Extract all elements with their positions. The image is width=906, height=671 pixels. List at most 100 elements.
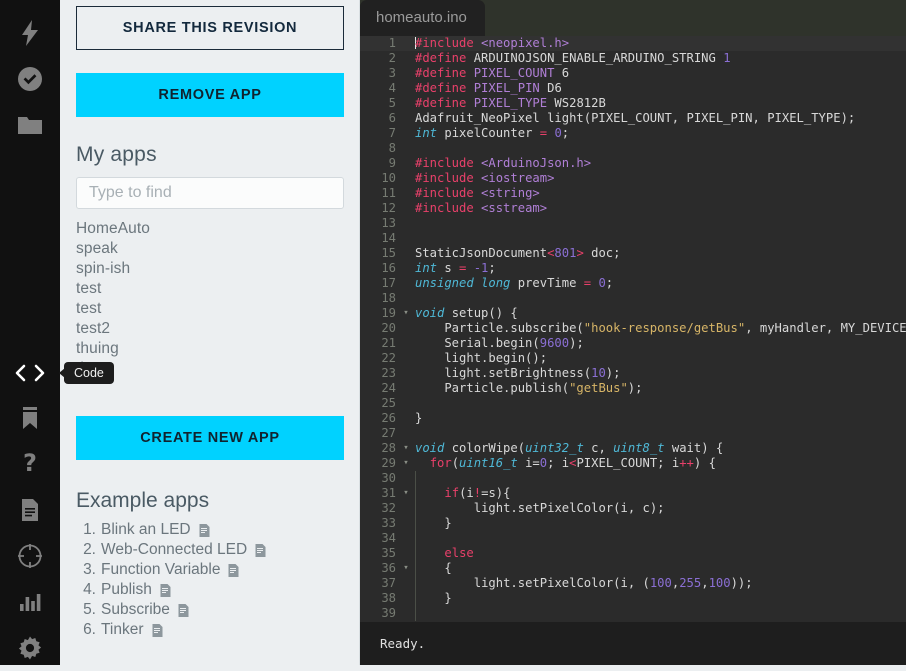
code-text: else [412, 546, 906, 561]
code-text: #include <string> [412, 186, 906, 201]
example-app-item[interactable]: 3. Function Variable [76, 560, 356, 580]
code-token: = [583, 276, 592, 290]
code-line[interactable]: 16 int s = -1; [360, 261, 906, 276]
code-tooltip: Code [59, 362, 114, 384]
code-line[interactable]: 21 Serial.begin(9600); [360, 336, 906, 351]
document-icon[interactable] [178, 603, 189, 617]
code-line[interactable]: 7 int pixelCounter = 0; [360, 126, 906, 141]
code-line[interactable]: 1 #include <neopixel.h> [360, 36, 906, 51]
code-line[interactable]: 13 [360, 216, 906, 231]
line-number: 35 [381, 546, 396, 560]
code-line[interactable]: 36 ▾ { [360, 561, 906, 576]
code-line[interactable]: 24 Particle.publish("getBus"); [360, 381, 906, 396]
remove-app-button[interactable]: REMOVE APP [76, 73, 344, 117]
code-line[interactable]: 29 ▾ for(uint16_t i=0; i<PIXEL_COUNT; i++… [360, 456, 906, 471]
app-list-item[interactable]: HomeAuto [76, 219, 360, 239]
check-circle-icon[interactable] [0, 56, 60, 102]
document-icon[interactable] [228, 563, 239, 577]
app-list-item[interactable]: test [76, 299, 360, 319]
code-line[interactable]: 37 light.setPixelColor(i, (100,255,100))… [360, 576, 906, 591]
code-token: , myHandler, MY_DEVICES); [745, 321, 906, 335]
code-line[interactable]: 11 #include <string> [360, 186, 906, 201]
code-text: { [412, 561, 906, 576]
code-line[interactable]: 3 #define PIXEL_COUNT 6 [360, 66, 906, 81]
app-list-item[interactable]: thuing [76, 339, 360, 359]
code-content[interactable]: 1 #include <neopixel.h> 2 #define ARDUINOJS… [360, 36, 906, 622]
document-icon[interactable] [199, 523, 210, 537]
code-line[interactable]: 34 [360, 531, 906, 546]
fold-toggle-icon[interactable]: ▾ [400, 306, 412, 321]
tab-homeauto-ino[interactable]: homeauto.ino [360, 0, 485, 36]
code-line[interactable]: 20 Particle.subscribe("hook-response/get… [360, 321, 906, 336]
document-icon[interactable] [255, 543, 266, 557]
app-list-item[interactable]: test [76, 279, 360, 299]
code-line[interactable]: 2 #define ARDUINOJSON_ENABLE_ARDUINO_STRI… [360, 51, 906, 66]
code-line[interactable]: 23 light.setBrightness(10); [360, 366, 906, 381]
code-line[interactable]: 31 ▾ if(i!=s){ [360, 486, 906, 501]
lightning-bolt-icon[interactable] [0, 10, 60, 56]
code-line[interactable]: 22 light.begin(); [360, 351, 906, 366]
code-line[interactable]: 4 #define PIXEL_PIN D6 [360, 81, 906, 96]
target-icon[interactable] [0, 533, 60, 579]
code-line[interactable]: 28 ▾ void colorWipe(uint32_t c, uint8_t wa… [360, 441, 906, 456]
fold-toggle-icon[interactable]: ▾ [400, 486, 412, 501]
indent-guide [415, 471, 445, 486]
question-mark-icon[interactable]: ? [0, 441, 60, 487]
code-line[interactable]: 17 unsigned long prevTime = 0; [360, 276, 906, 291]
code-line[interactable]: 32 light.setPixelColor(i, c); [360, 501, 906, 516]
code-line[interactable]: 6 Adafruit_NeoPixel light(PIXEL_COUNT, PI… [360, 111, 906, 126]
code-line[interactable]: 27 [360, 426, 906, 441]
example-app-item[interactable]: 4. Publish [76, 580, 356, 600]
example-app-item[interactable]: 1. Blink an LED [76, 520, 356, 540]
code-line[interactable]: 15 StaticJsonDocument<801> doc; [360, 246, 906, 261]
app-list-item[interactable]: spin-ish [76, 259, 360, 279]
code-line[interactable]: 30 [360, 471, 906, 486]
folder-icon[interactable] [0, 102, 60, 148]
bar-chart-icon[interactable] [0, 579, 60, 625]
document-icon[interactable] [160, 583, 171, 597]
indent-guide [415, 546, 445, 561]
search-input[interactable] [76, 177, 344, 209]
app-list-item[interactable]: tiny [76, 359, 360, 379]
code-line[interactable]: 25 [360, 396, 906, 411]
example-app-item[interactable]: 5. Subscribe [76, 600, 356, 620]
app-list-item[interactable]: test2 [76, 319, 360, 339]
code-line[interactable]: 35 else [360, 546, 906, 561]
code-line[interactable]: 39 [360, 606, 906, 621]
code-line[interactable]: 18 [360, 291, 906, 306]
code-token: > [576, 246, 584, 260]
code-line[interactable]: 12 #include <sstream> [360, 201, 906, 216]
code-line[interactable]: 10 #include <iostream> [360, 171, 906, 186]
share-revision-button[interactable]: SHARE THIS REVISION [76, 6, 344, 50]
line-number: 4 [388, 81, 396, 95]
code-line[interactable]: 8 [360, 141, 906, 156]
bookmark-icon[interactable] [0, 395, 60, 441]
fold-toggle-icon[interactable]: ▾ [400, 561, 412, 576]
create-app-wrap: CREATE NEW APP [60, 416, 360, 460]
code-token: #include [415, 201, 474, 215]
code-line[interactable]: 5 #define PIXEL_TYPE WS2812B [360, 96, 906, 111]
document-icon[interactable] [152, 623, 163, 637]
code-line[interactable]: 38} [360, 591, 906, 606]
code-line[interactable]: 19 ▾ void setup() { [360, 306, 906, 321]
line-number: 33 [381, 516, 396, 530]
rail-bottom-group: ? [0, 395, 60, 671]
code-line[interactable]: 9 #include <ArduinoJson.h> [360, 156, 906, 171]
example-app-item[interactable]: 2. Web-Connected LED [76, 540, 356, 560]
code-line[interactable]: 14 [360, 231, 906, 246]
document-icon[interactable] [0, 487, 60, 533]
code-line[interactable]: 33} [360, 516, 906, 531]
code-brackets-icon[interactable] [0, 350, 60, 396]
gear-icon[interactable] [0, 625, 60, 671]
fold-toggle-icon[interactable]: ▾ [400, 456, 412, 471]
code-line[interactable]: 26} [360, 411, 906, 426]
create-new-app-button[interactable]: CREATE NEW APP [76, 416, 344, 460]
fold-toggle-icon[interactable]: ▾ [400, 441, 412, 456]
app-list-item[interactable]: speak [76, 239, 360, 259]
example-app-item[interactable]: 6. Tinker [76, 620, 356, 640]
